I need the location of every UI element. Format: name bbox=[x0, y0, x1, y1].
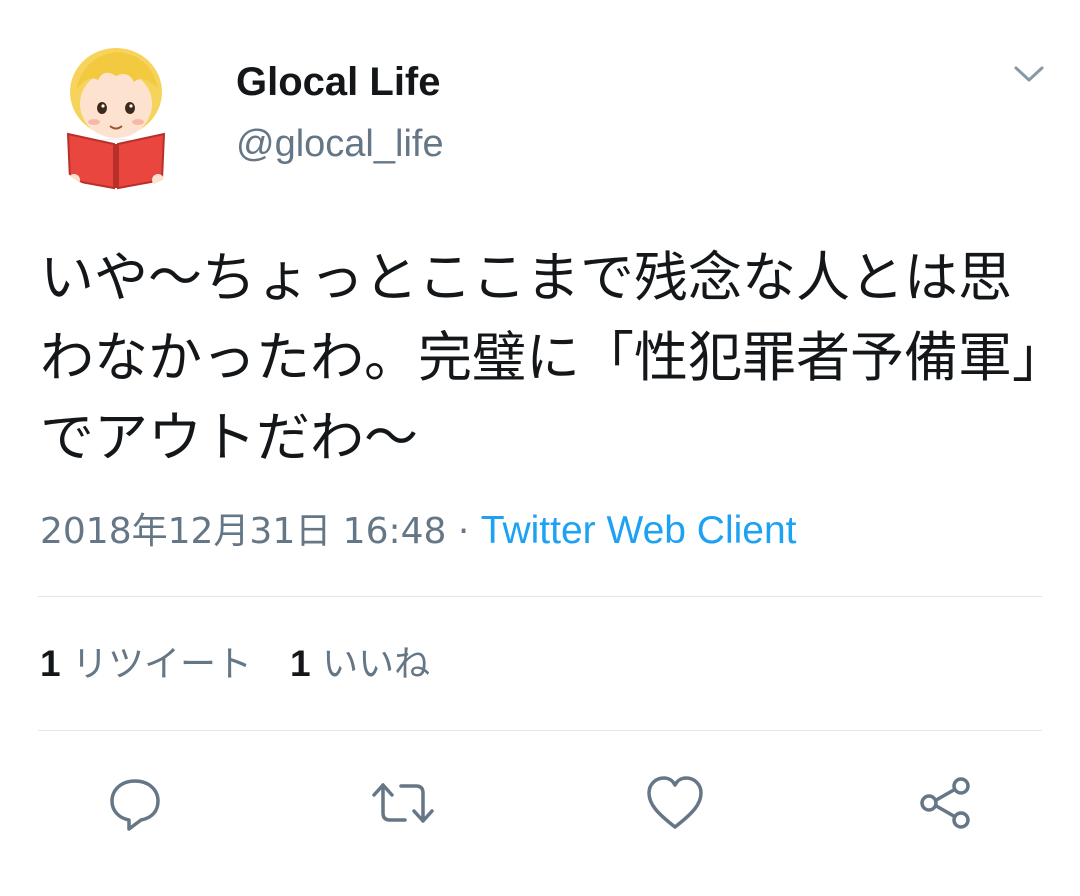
divider-bottom bbox=[38, 730, 1042, 731]
user-handle[interactable]: @glocal_life bbox=[236, 121, 444, 167]
chevron-down-icon bbox=[1014, 66, 1044, 82]
tweet-timestamp[interactable]: 2018年12月31日 16:48 bbox=[40, 511, 446, 552]
like-label: いいね bbox=[322, 644, 431, 685]
heart-icon bbox=[647, 776, 703, 829]
retweet-label: リツイート bbox=[72, 644, 253, 685]
retweet-icon bbox=[372, 783, 434, 823]
tweet-stats: 1 リツイート 1 いいね bbox=[40, 640, 430, 689]
tweet-text: いや〜ちょっとここまで残念な人とは思わなかったわ。完璧に「性犯罪者予備軍」でアウ… bbox=[40, 246, 1039, 469]
like-count: 1 bbox=[290, 643, 311, 684]
meta-separator: · bbox=[457, 511, 470, 552]
share-button[interactable] bbox=[910, 768, 980, 838]
reply-button[interactable] bbox=[100, 768, 170, 838]
tweet-source-link[interactable]: Twitter Web Client bbox=[481, 509, 797, 552]
display-name[interactable]: Glocal Life bbox=[236, 58, 441, 106]
action-bar bbox=[0, 768, 1080, 838]
reply-icon bbox=[110, 779, 160, 831]
tweet-meta: 2018年12月31日 16:48 · Twitter Web Client bbox=[40, 508, 797, 555]
like-stat[interactable]: 1 いいね bbox=[290, 643, 431, 685]
retweet-button[interactable] bbox=[368, 768, 438, 838]
like-button[interactable] bbox=[640, 768, 710, 838]
avatar[interactable] bbox=[38, 30, 200, 192]
boy-reading-book-avatar-icon bbox=[66, 48, 166, 190]
retweet-stat[interactable]: 1 リツイート bbox=[40, 643, 253, 685]
tweet-menu-button[interactable] bbox=[1008, 56, 1050, 92]
divider-top bbox=[38, 596, 1042, 597]
share-icon bbox=[920, 777, 970, 829]
retweet-count: 1 bbox=[40, 643, 61, 684]
